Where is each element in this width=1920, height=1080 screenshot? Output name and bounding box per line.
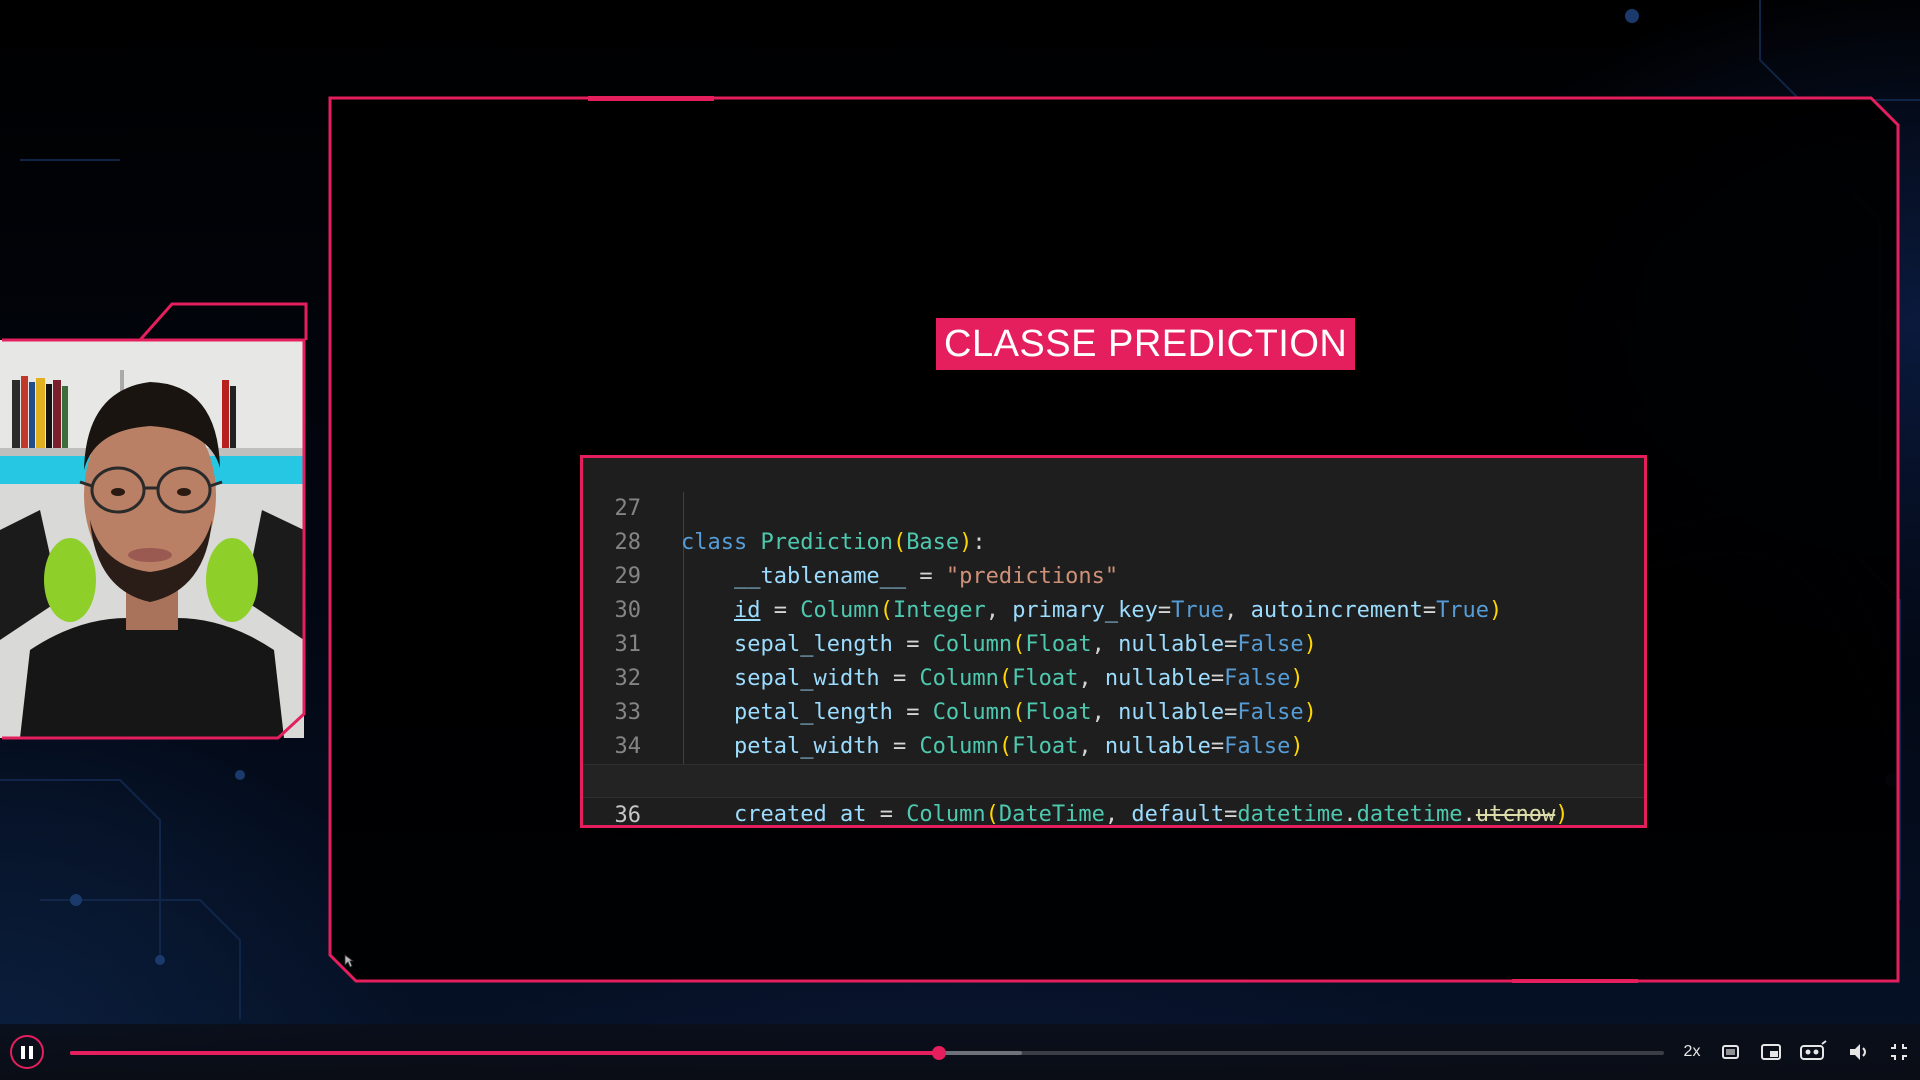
mouse-cursor-icon <box>344 954 354 968</box>
code-line: 33 petal_width = Column(Float, nullable=… <box>583 662 1644 759</box>
playback-speed-button[interactable]: 2x <box>1678 1038 1706 1066</box>
webcam-frame <box>2 338 306 740</box>
fullscreen-icon <box>1891 1044 1907 1060</box>
code-line: 31 sepal_width = Column(Float, nullable=… <box>583 594 1644 691</box>
code-line: 30 sepal_length = Column(Float, nullable… <box>583 560 1644 657</box>
code-line: 29 id = Column(Integer, primary_key=True… <box>583 526 1644 623</box>
fullscreen-button[interactable] <box>1886 1038 1912 1066</box>
video-stage[interactable]: CLASSE PREDICTION 27 class Prediction(Ba… <box>0 0 1920 1080</box>
code-line: 32 petal_length = Column(Float, nullable… <box>583 628 1644 725</box>
miniplayer-icon <box>1761 1044 1781 1060</box>
code-line: 35 created_at = Column(DateTime, default… <box>583 730 1644 825</box>
pause-button[interactable] <box>10 1035 44 1069</box>
pause-icon-bar <box>29 1046 33 1059</box>
pause-icon <box>21 1046 25 1059</box>
code-text: created_at = Column(DateTime, default=da… <box>733 802 1569 827</box>
code-editor-screenshot: 27 class Prediction(Base): 28 __tablenam… <box>580 455 1647 828</box>
vr-icon <box>1800 1040 1827 1060</box>
volume-icon <box>1850 1044 1866 1060</box>
code-line: 27 class Prediction(Base): <box>583 458 1644 555</box>
webcam-frame-tab <box>2 302 308 342</box>
hd-icon <box>1722 1045 1739 1059</box>
vr-button[interactable] <box>1798 1038 1828 1066</box>
hd-button[interactable] <box>1720 1038 1742 1066</box>
slide-title: CLASSE PREDICTION <box>936 318 1356 370</box>
code-line-current: 36 <box>583 764 1644 825</box>
progress-bar[interactable] <box>70 1046 1664 1060</box>
code-line: 28 __tablename__ = "predictions" <box>583 492 1644 589</box>
code-line: 34 predicted_class = Column(Integer, nul… <box>583 696 1644 793</box>
progress-played <box>70 1051 939 1055</box>
volume-button[interactable] <box>1846 1038 1872 1066</box>
line-number: 36 <box>614 803 642 828</box>
progress-thumb[interactable] <box>931 1046 946 1060</box>
miniplayer-button[interactable] <box>1758 1038 1784 1066</box>
